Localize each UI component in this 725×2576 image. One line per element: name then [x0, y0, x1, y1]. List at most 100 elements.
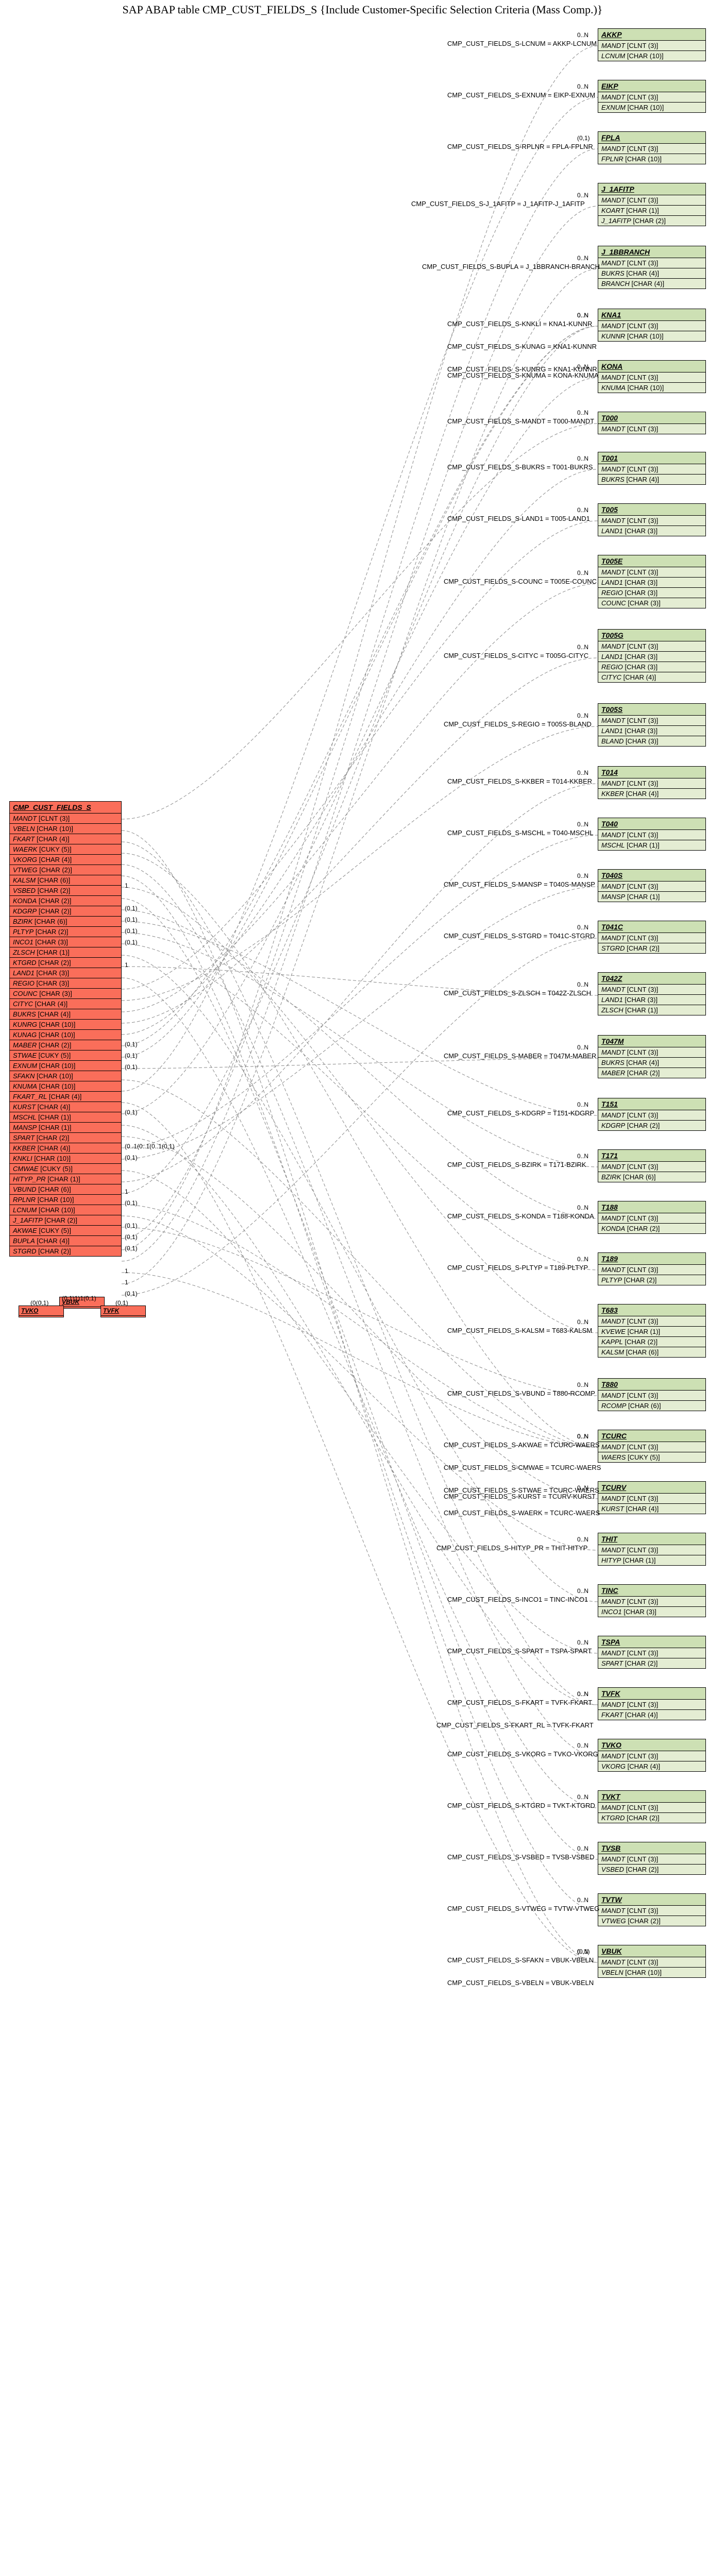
leaf-table-t047m: T047MMANDT [CLNT (3)]BUKRS [CHAR (4)]MAB… — [598, 1035, 706, 1078]
leaf-field: BRANCH [CHAR (4)] — [598, 279, 705, 289]
leaf-field: REGIO [CHAR (3)] — [598, 662, 705, 672]
leaf-header: T014 — [598, 767, 705, 778]
leaf-field: KALSM [CHAR (6)] — [598, 1347, 705, 1357]
edge-label: CMP_CUST_FIELDS_S-FKART = TVFK-FKART — [447, 1699, 592, 1706]
cardinality-label: (0,1)1)1(0,1) — [62, 1295, 96, 1302]
leaf-field: MANDT [CLNT (3)] — [598, 1110, 705, 1121]
edge-label: CMP_CUST_FIELDS_S-MANDT = T000-MANDT — [447, 417, 594, 425]
tiny-unit-tvko: TVKO — [19, 1306, 64, 1317]
main-field: PLTYP [CHAR (2)] — [10, 927, 121, 937]
leaf-field: VSBED [CHAR (2)] — [598, 1865, 705, 1874]
main-field: EXNUM [CHAR (10)] — [10, 1061, 121, 1071]
edge-label: CMP_CUST_FIELDS_S-HITYP_PR = THIT-HITYP — [436, 1544, 587, 1552]
leaf-field: PLTYP [CHAR (2)] — [598, 1275, 705, 1285]
main-field: KUNAG [CHAR (10)] — [10, 1030, 121, 1040]
leaf-field: MANDT [CLNT (3)] — [598, 321, 705, 331]
leaf-table-vbuk2: VBUKMANDT [CLNT (3)]VBELN [CHAR (10)] — [598, 1945, 706, 1978]
leaf-field: MANDT [CLNT (3)] — [598, 144, 705, 154]
leaf-field: KOART [CHAR (1)] — [598, 206, 705, 216]
main-field: REGIO [CHAR (3)] — [10, 978, 121, 989]
main-field: INCO1 [CHAR (3)] — [10, 937, 121, 947]
main-field: BUPLA [CHAR (4)] — [10, 1236, 121, 1246]
edge-label: CMP_CUST_FIELDS_S-PLTYP = T189-PLTYP — [447, 1264, 588, 1272]
leaf-field: EXNUM [CHAR (10)] — [598, 103, 705, 112]
cardinality-label: (0,1) — [125, 1052, 138, 1059]
leaf-header: T005 — [598, 504, 705, 516]
main-field: BZIRK [CHAR (6)] — [10, 917, 121, 927]
main-field: KALSM [CHAR (6)] — [10, 875, 121, 886]
leaf-header: T683 — [598, 1304, 705, 1316]
main-field: WAERK [CUKY (5)] — [10, 844, 121, 855]
main-field: KUNRG [CHAR (10)] — [10, 1020, 121, 1030]
leaf-table-eikp: EIKPMANDT [CLNT (3)]EXNUM [CHAR (10)] — [598, 80, 706, 113]
main-field: KONDA [CHAR (2)] — [10, 896, 121, 906]
main-table-header: CMP_CUST_FIELDS_S — [10, 802, 121, 814]
leaf-field: FKART [CHAR (4)] — [598, 1710, 705, 1720]
leaf-table-t189: T189MANDT [CLNT (3)]PLTYP [CHAR (2)] — [598, 1252, 706, 1285]
edge-label: CMP_CUST_FIELDS_S-INCO1 = TINC-INCO1 — [447, 1596, 588, 1603]
cardinality-label: 1 — [125, 1188, 128, 1195]
edge-label: CMP_CUST_FIELDS_S-AKWAE = TCURC-WAERS — [444, 1441, 600, 1449]
main-field: FKART [CHAR (4)] — [10, 834, 121, 844]
leaf-header: T171 — [598, 1150, 705, 1162]
leaf-table-t005g: T005GMANDT [CLNT (3)]LAND1 [CHAR (3)]REG… — [598, 629, 706, 683]
leaf-header: T151 — [598, 1098, 705, 1110]
edge-label: CMP_CUST_FIELDS_S-VSBED = TVSB-VSBED — [447, 1853, 595, 1861]
edge-label: CMP_CUST_FIELDS_S-STGRD = T041C-STGRD — [444, 932, 595, 940]
main-field: STGRD [CHAR (2)] — [10, 1246, 121, 1256]
leaf-table-t014: T014MANDT [CLNT (3)]KKBER [CHAR (4)] — [598, 766, 706, 799]
leaf-header: FPLA — [598, 132, 705, 144]
cardinality-label: 0..N — [577, 1256, 588, 1263]
leaf-field: VKORG [CHAR (4)] — [598, 1761, 705, 1771]
leaf-field: KTGRD [CHAR (2)] — [598, 1813, 705, 1823]
cardinality-label: 0..N — [577, 192, 588, 199]
main-field: MANDT [CLNT (3)] — [10, 814, 121, 824]
leaf-header: KNA1 — [598, 309, 705, 321]
leaf-header: TINC — [598, 1585, 705, 1597]
leaf-field: MABER [CHAR (2)] — [598, 1068, 705, 1078]
leaf-table-t041c: T041CMANDT [CLNT (3)]STGRD [CHAR (2)] — [598, 921, 706, 954]
leaf-header: T189 — [598, 1253, 705, 1265]
leaf-field: KKBER [CHAR (4)] — [598, 789, 705, 799]
leaf-field: KURST [CHAR (4)] — [598, 1504, 705, 1514]
edge-label: CMP_CUST_FIELDS_S-WAERK = TCURC-WAERS — [444, 1509, 600, 1517]
cardinality-label: 0..N — [577, 31, 588, 39]
leaf-field: MANDT [CLNT (3)] — [598, 1494, 705, 1504]
leaf-field: MANDT [CLNT (3)] — [598, 1751, 705, 1761]
edge-label: CMP_CUST_FIELDS_S-KONDA = T188-KONDA — [447, 1212, 594, 1220]
main-field: J_1AFITP [CHAR (2)] — [10, 1215, 121, 1226]
leaf-field: BUKRS [CHAR (4)] — [598, 1058, 705, 1068]
cardinality-label: 0..N — [577, 1204, 588, 1211]
leaf-field: MANDT [CLNT (3)] — [598, 882, 705, 892]
cardinality-label: (0,1) — [125, 1109, 138, 1116]
leaf-field: MANDT [CLNT (3)] — [598, 1265, 705, 1275]
cardinality-label: 0..N — [577, 1318, 588, 1326]
leaf-table-tcurv: TCURVMANDT [CLNT (3)]KURST [CHAR (4)] — [598, 1481, 706, 1514]
leaf-field: STGRD [CHAR (2)] — [598, 943, 705, 953]
edge-label: CMP_CUST_FIELDS_S-VBELN = VBUK-VBELN — [447, 1979, 594, 1987]
edge-label: CMP_CUST_FIELDS_S-RPLNR = FPLA-FPLNR — [447, 143, 593, 150]
leaf-header: TVFK — [598, 1688, 705, 1700]
leaf-header: T041C — [598, 921, 705, 933]
leaf-table-t880: T880MANDT [CLNT (3)]RCOMP [CHAR (6)] — [598, 1378, 706, 1411]
leaf-field: MSCHL [CHAR (1)] — [598, 840, 705, 850]
cardinality-label: (0,1) — [577, 134, 590, 142]
main-field: FKART_RL [CHAR (4)] — [10, 1092, 121, 1102]
leaf-header: AKKP — [598, 29, 705, 41]
cardinality-label: (0,1) — [125, 1290, 138, 1297]
leaf-table-tcurc: TCURCMANDT [CLNT (3)]WAERS [CUKY (5)] — [598, 1430, 706, 1463]
edge-label: CMP_CUST_FIELDS_S-KUNAG = KNA1-KUNNR — [447, 343, 597, 350]
leaf-field: BLAND [CHAR (3)] — [598, 736, 705, 746]
edge-label: CMP_CUST_FIELDS_S-VBUND = T880-RCOMP — [447, 1389, 595, 1397]
main-field: KNKLI [CHAR (10)] — [10, 1154, 121, 1164]
leaf-field: MANDT [CLNT (3)] — [598, 1648, 705, 1658]
leaf-table-thit: THITMANDT [CLNT (3)]HITYP [CHAR (1)] — [598, 1533, 706, 1566]
leaf-field: MANDT [CLNT (3)] — [598, 464, 705, 474]
main-field: HITYP_PR [CHAR (1)] — [10, 1174, 121, 1184]
leaf-field: MANDT [CLNT (3)] — [598, 1957, 705, 1968]
leaf-field: FPLNR [CHAR (10)] — [598, 154, 705, 164]
cardinality-label: (0,1) — [125, 1233, 138, 1241]
leaf-field: SPART [CHAR (2)] — [598, 1658, 705, 1668]
leaf-field: MANDT [CLNT (3)] — [598, 195, 705, 206]
leaf-field: MANDT [CLNT (3)] — [598, 1047, 705, 1058]
